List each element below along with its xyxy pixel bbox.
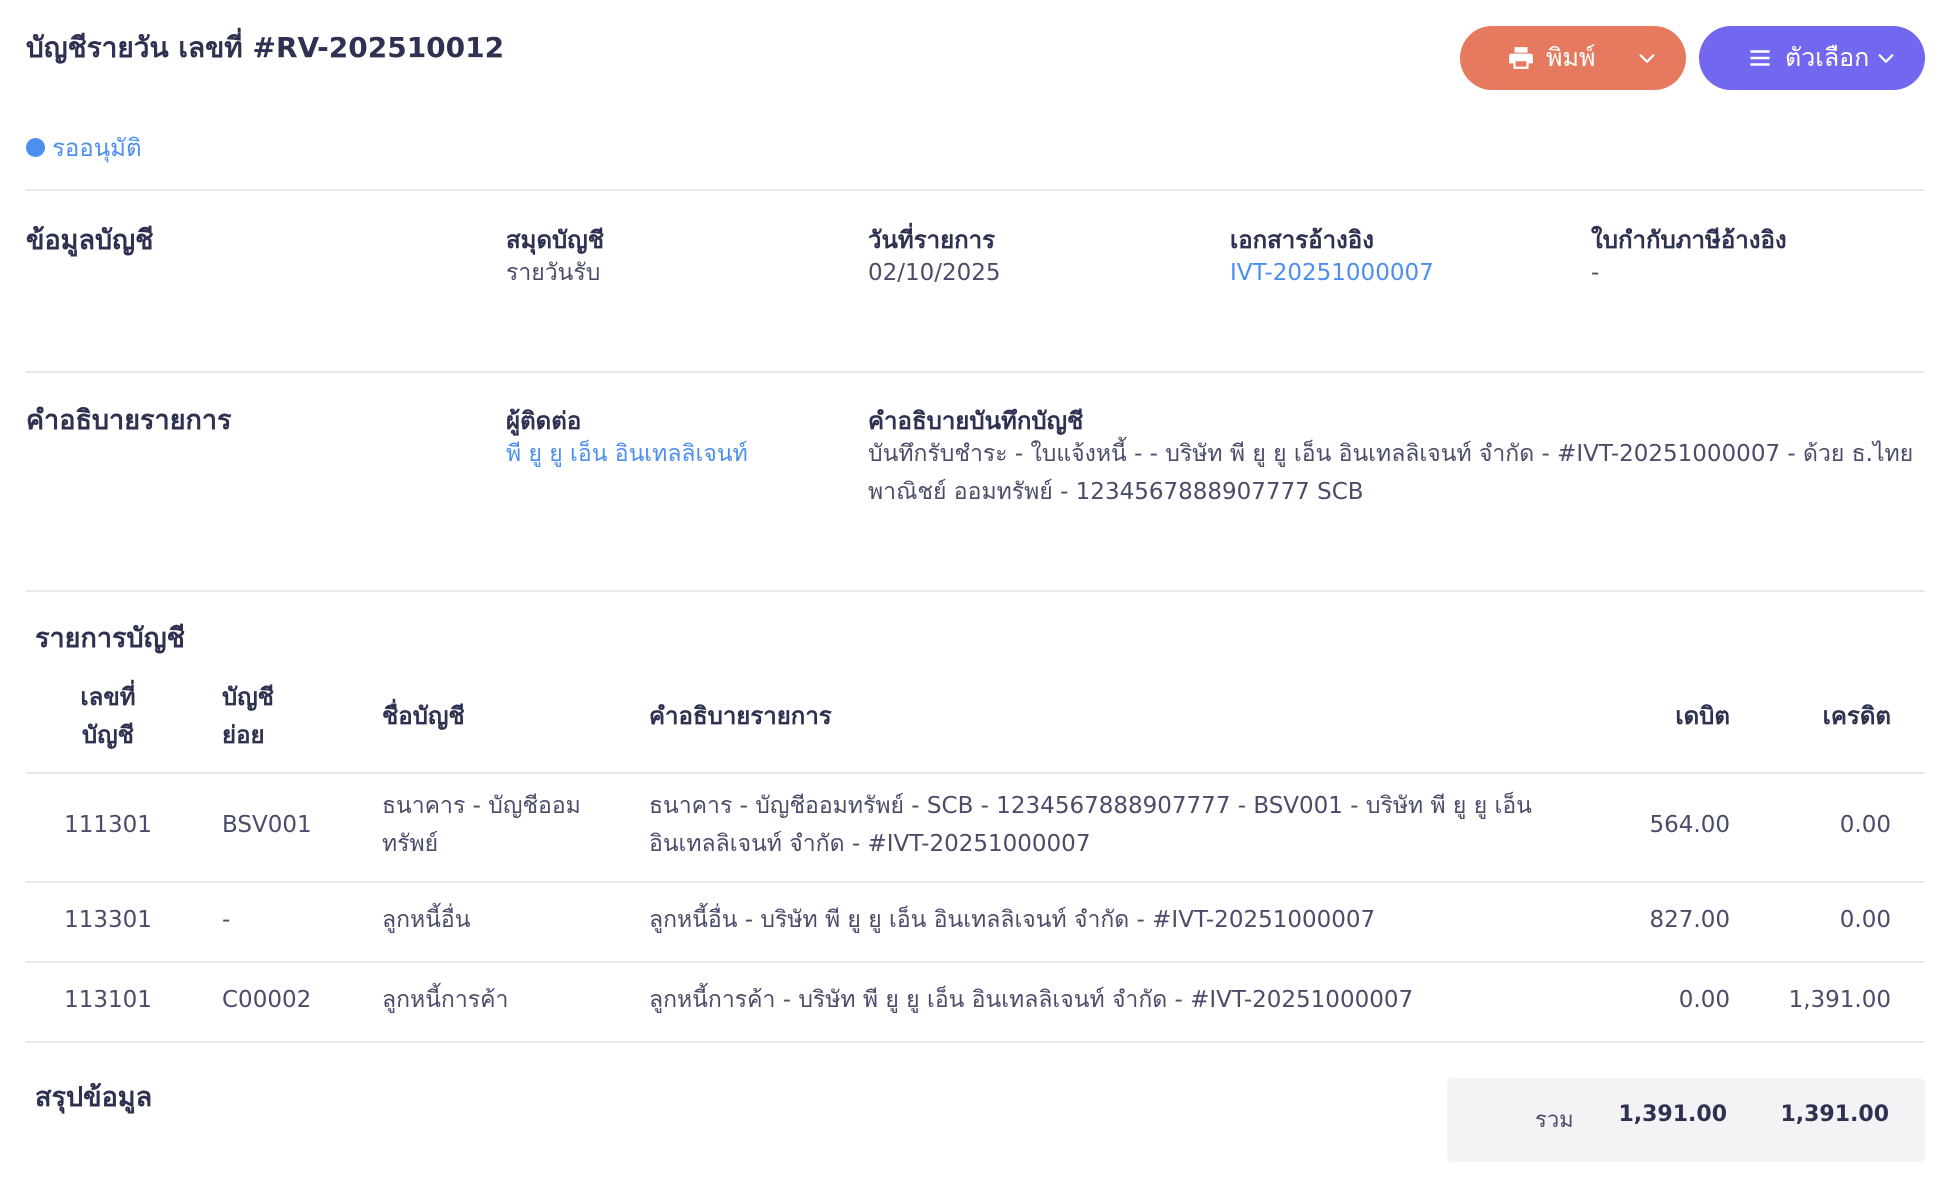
row-divider (26, 881, 1925, 883)
header-sub-account-line-2: ย่อย (222, 721, 265, 749)
cell-description: ลูกหนี้การค้า - บริษัท พี ยู ยู เอ็น อิน… (649, 987, 1414, 1013)
cell-description: ธนาคาร - บัญชีออมทรัพย์ - SCB - 12345678… (649, 787, 1532, 863)
cell-account-name: ลูกหนี้อื่น (382, 907, 471, 933)
date-value: 02/10/2025 (868, 260, 1001, 286)
divider (26, 590, 1925, 592)
journal-note-line-1: บันทึกรับชำระ - ใบแจ้งหนี้ - - บริษัท พี… (868, 441, 1914, 467)
account-info-heading: ข้อมูลบัญชี (26, 225, 154, 256)
status-dot-icon (26, 138, 45, 157)
divider (26, 371, 1925, 373)
printer-icon (1508, 45, 1534, 71)
tax-invoice-label: ใบกำกับภาษีอ้างอิง (1591, 226, 1787, 254)
print-button-label: พิมพ์ (1546, 43, 1596, 72)
header-account-no: เลขที่ บัญชี (58, 678, 158, 754)
chevron-down-icon (1875, 47, 1897, 69)
header-sub-account-line-1: บัญชี (222, 683, 274, 711)
cell-account-no: 113101 (64, 987, 152, 1013)
status-text: รออนุมัติ (52, 134, 142, 162)
reference-doc-link[interactable]: IVT-20251000007 (1230, 254, 1434, 292)
cell-description: ลูกหนี้อื่น - บริษัท พี ยู ยู เอ็น อินเท… (649, 907, 1376, 933)
summary-total-credit: 1,391.00 (1780, 1102, 1889, 1127)
cell-account-name-line-1: ธนาคาร - บัญชีออม (382, 793, 581, 819)
contact-link[interactable]: พี ยู ยู เอ็น อินเทลลิเจนท์ (506, 435, 748, 473)
header-debit: เดบิต (1675, 702, 1730, 730)
cell-sub-account: BSV001 (222, 812, 312, 838)
entries-heading: รายการบัญชี (35, 623, 185, 654)
header-account-name: ชื่อบัญชี (382, 702, 465, 730)
header-credit: เครดิต (1822, 702, 1891, 730)
cell-account-name-line-2: ทรัพย์ (382, 831, 439, 857)
status-badge: รออนุมัติ (26, 128, 142, 167)
cell-description-line-1: ธนาคาร - บัญชีออมทรัพย์ - SCB - 12345678… (649, 793, 1532, 819)
options-button-label: ตัวเลือก (1785, 43, 1870, 72)
cell-credit: 0.00 (1839, 812, 1891, 838)
options-button[interactable]: ตัวเลือก (1699, 26, 1925, 90)
cell-credit: 1,391.00 (1788, 987, 1891, 1013)
divider (26, 189, 1925, 191)
chevron-down-icon (1636, 47, 1658, 69)
cell-debit: 564.00 (1649, 812, 1730, 838)
cell-account-name: ลูกหนี้การค้า (382, 987, 509, 1013)
cell-account-no: 113301 (64, 907, 152, 933)
journal-note-line-2: พาณิชย์ ออมทรัพย์ - 1234567888907777 SCB (868, 479, 1364, 505)
row-divider (26, 1041, 1925, 1043)
header-sub-account: บัญชี ย่อย (222, 678, 274, 754)
summary-total-debit: 1,391.00 (1618, 1102, 1727, 1127)
cell-sub-account: C00002 (222, 987, 312, 1013)
cell-debit: 827.00 (1649, 907, 1730, 933)
summary-heading: สรุปข้อมูล (35, 1082, 153, 1113)
header-description: คำอธิบายรายการ (649, 702, 832, 730)
print-button[interactable]: พิมพ์ (1460, 26, 1686, 90)
description-heading: คำอธิบายรายการ (26, 405, 232, 436)
header-account-no-line-2: บัญชี (82, 721, 134, 749)
cell-debit: 0.00 (1678, 987, 1730, 1013)
cell-sub-account: - (222, 907, 231, 933)
tax-invoice-value: - (1591, 260, 1600, 286)
cell-account-name: ธนาคาร - บัญชีออม ทรัพย์ (382, 787, 581, 863)
cell-description-line-2: อินเทลลิเจนท์ จำกัด - #IVT-20251000007 (649, 831, 1091, 857)
summary-total-label: รวม (1535, 1108, 1574, 1133)
cell-account-no: 111301 (64, 812, 152, 838)
row-divider (26, 772, 1925, 774)
cell-credit: 0.00 (1839, 907, 1891, 933)
page-title: บัญชีรายวัน เลขที่ #RV-202510012 (26, 31, 505, 64)
journal-value: รายวันรับ (506, 260, 601, 286)
row-divider (26, 961, 1925, 963)
journal-voucher-page: บัญชีรายวัน เลขที่ #RV-202510012 พิมพ์ ต… (0, 0, 1944, 1190)
header-account-no-line-1: เลขที่ (80, 683, 136, 711)
menu-icon (1747, 45, 1773, 71)
